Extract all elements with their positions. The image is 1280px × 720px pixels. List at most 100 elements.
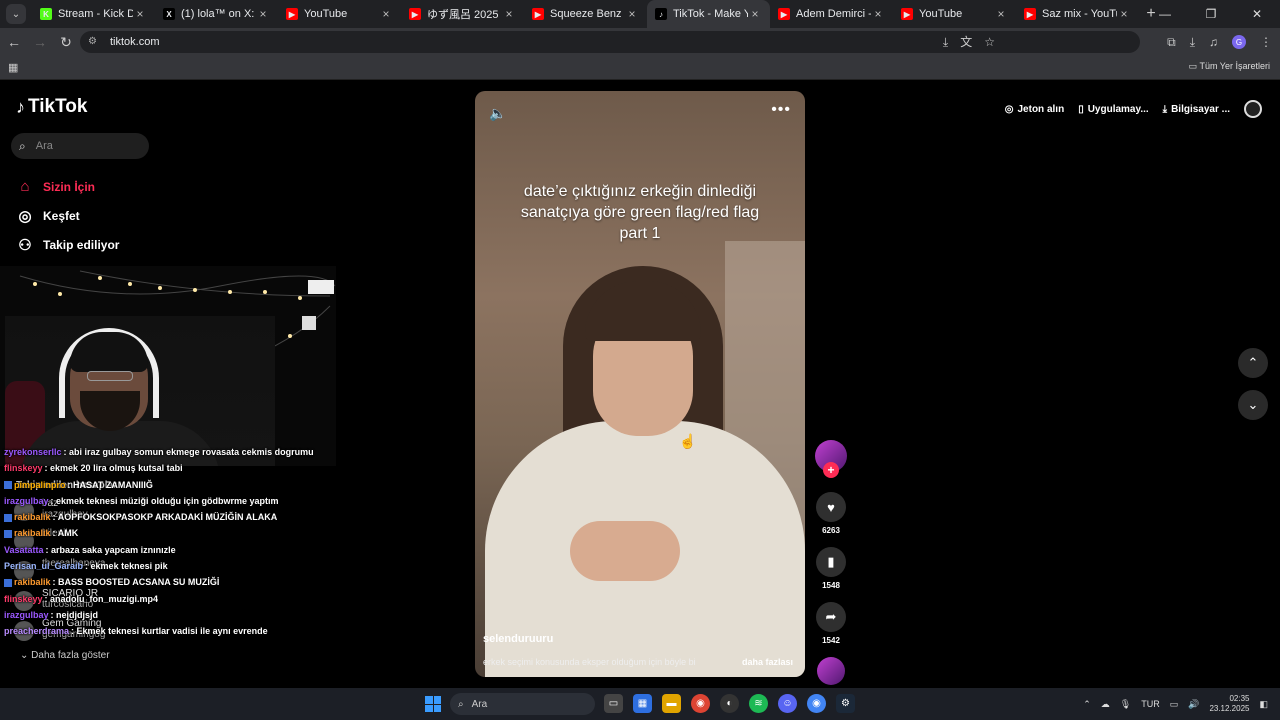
chat-username[interactable]: flinskeyy xyxy=(4,594,43,604)
save-button[interactable]: ▮ xyxy=(816,547,846,577)
music-disc-icon[interactable] xyxy=(817,657,845,685)
store-icon[interactable]: ▦ xyxy=(633,694,652,713)
chat-username[interactable]: rakibalik xyxy=(14,577,51,587)
chrome-alt-icon[interactable]: ◉ xyxy=(807,694,826,713)
close-window-button[interactable]: ✕ xyxy=(1234,0,1280,28)
tab-title: YouTube xyxy=(304,8,348,20)
browser-tab[interactable]: ▶ YouTube × xyxy=(893,0,1016,28)
sidebar-item-for-you[interactable]: ⌂ Sizin İçin xyxy=(16,172,119,201)
discord-icon[interactable]: ☺ xyxy=(778,694,797,713)
media-control-icon[interactable]: ♫ xyxy=(1209,35,1218,49)
video-overlay-text: date’e çıktığınız erkeğin dinlediği sana… xyxy=(520,183,760,242)
close-tab-icon[interactable]: × xyxy=(133,7,147,21)
more-options-icon[interactable]: ••• xyxy=(771,101,791,119)
browser-tab[interactable]: ▶ Squeeze Benz Best M× xyxy=(524,0,647,28)
chat-username[interactable]: Vasatatta xyxy=(4,545,44,555)
close-tab-icon[interactable]: × xyxy=(625,7,639,21)
bookmark-star-icon[interactable]: ☆ xyxy=(984,31,995,53)
tray-chevron-icon[interactable]: ⌃ xyxy=(1083,699,1091,710)
creator-avatar[interactable]: + xyxy=(815,440,847,478)
browser-tab[interactable]: X (1) lola™ on X: "11 dü× xyxy=(155,0,278,28)
video-username[interactable]: selenduruuru xyxy=(483,633,553,645)
site-info-icon[interactable]: ⚙ xyxy=(88,36,100,48)
cloud-icon[interactable]: ☁ xyxy=(1101,699,1110,710)
close-tab-icon[interactable]: × xyxy=(994,7,1008,21)
tiktok-logo[interactable]: ♪ TikTok xyxy=(16,96,87,118)
close-tab-icon[interactable]: × xyxy=(379,7,393,21)
stream-chat-overlay: zyrekonserllc: abi iraz gulbay somun ekm… xyxy=(4,447,314,643)
volume-icon[interactable]: 🔈 xyxy=(489,105,506,122)
video-person-hands xyxy=(570,521,680,581)
pc-app-button[interactable]: ⤓ Bilgisayar ... xyxy=(1163,104,1230,115)
get-app-button[interactable]: ▯ Uygulamay... xyxy=(1078,104,1148,115)
like-button[interactable]: ♥ xyxy=(816,492,846,522)
browser-tab[interactable]: ▶ Adem Demirci - Sabr× xyxy=(770,0,893,28)
search-input[interactable]: ⌕ Ara xyxy=(11,133,149,159)
reload-button[interactable]: ↻ xyxy=(54,34,78,51)
language-indicator[interactable]: TUR xyxy=(1141,699,1160,709)
chat-username[interactable]: Perisan_ul_Garaib xyxy=(4,561,83,571)
apps-grid-icon[interactable]: ▦ xyxy=(8,61,18,74)
close-tab-icon[interactable]: × xyxy=(748,7,762,21)
chat-message: Vasatatta: arbaza saka yapcam iznınızle xyxy=(4,545,304,561)
browser-tab[interactable]: ▶ ゆず風呂 2025 冬至 × xyxy=(401,0,524,28)
chat-username[interactable]: preacherdrama xyxy=(4,626,69,636)
back-button[interactable]: ← xyxy=(2,34,26,50)
close-tab-icon[interactable]: × xyxy=(256,7,270,21)
network-icon[interactable]: ▭ xyxy=(1170,699,1179,710)
video-player[interactable]: 🔈 ••• date’e çıktığınız erkeğin dinlediğ… xyxy=(475,91,805,677)
maximize-button[interactable]: ❐ xyxy=(1188,0,1234,28)
close-tab-icon[interactable]: × xyxy=(871,7,885,21)
translate-icon[interactable]: 文 xyxy=(960,31,972,53)
install-app-icon[interactable]: ⤓ xyxy=(943,31,948,53)
chat-username[interactable]: irazgulbay xyxy=(4,610,49,620)
tab-search-button[interactable]: ⌄ xyxy=(6,4,26,24)
tab-title: Adem Demirci - Sabr xyxy=(796,8,871,20)
browser-tab[interactable]: ▶ YouTube × xyxy=(278,0,401,28)
mic-icon[interactable]: 🎙 xyxy=(1120,699,1131,710)
profile-avatar-icon[interactable] xyxy=(1244,100,1262,118)
chat-text-body: ekmek 20 lira olmuş kutsal tabi xyxy=(50,463,183,474)
browser-tab[interactable]: ♪ TikTok - Make Your D× xyxy=(647,0,770,28)
bookmark-icon: ▮ xyxy=(827,554,835,569)
get-coins-button[interactable]: ◎ Jeton alın xyxy=(1005,104,1064,115)
follow-plus-icon[interactable]: + xyxy=(823,462,839,478)
downloads-icon[interactable]: ⤓ xyxy=(1190,35,1195,50)
sidebar-item-following[interactable]: ⚇ Takip ediliyor xyxy=(16,230,119,259)
volume-tray-icon[interactable]: 🔊 xyxy=(1188,699,1199,710)
browser-tab[interactable]: ▶ Saz mix - YouTube× xyxy=(1016,0,1139,28)
notification-icon[interactable]: ◧ xyxy=(1259,699,1268,710)
show-more-button[interactable]: ⌄ Daha fazla göster xyxy=(20,650,110,661)
chat-username[interactable]: zyrekonserllc xyxy=(4,447,62,457)
profile-avatar[interactable]: G xyxy=(1232,35,1246,49)
chrome-icon[interactable]: ◉ xyxy=(691,694,710,713)
browser-tab[interactable]: K Stream - Kick Dashbo× xyxy=(32,0,155,28)
minimize-button[interactable]: — xyxy=(1142,0,1188,28)
forward-button[interactable]: → xyxy=(28,34,52,50)
start-button[interactable] xyxy=(425,696,441,712)
task-view-icon[interactable]: ▭ xyxy=(604,694,623,713)
close-tab-icon[interactable]: × xyxy=(502,7,516,21)
extensions-icon[interactable]: ⧉ xyxy=(1167,35,1176,50)
chat-message: pimpalinpro: HASAT ZAMANIIIĞ xyxy=(4,480,304,496)
chat-username[interactable]: rakibalik xyxy=(14,528,51,538)
clock[interactable]: 02:35 23.12.2025 xyxy=(1209,694,1249,714)
chat-username[interactable]: pimpalinpro xyxy=(14,480,66,490)
url-input[interactable]: ⚙ tiktok.com ⤓ 文 ☆ xyxy=(80,31,1140,53)
previous-video-button[interactable]: ⌃ xyxy=(1238,348,1268,378)
chat-username[interactable]: flinskeyy xyxy=(4,463,43,473)
share-button[interactable]: ➦ xyxy=(816,602,846,632)
browser-menu-icon[interactable]: ⋮ xyxy=(1260,35,1272,49)
app-icon[interactable]: ◐ xyxy=(720,694,739,713)
taskbar-search[interactable]: ⌕ Ara xyxy=(450,693,595,715)
next-video-button[interactable]: ⌄ xyxy=(1238,390,1268,420)
spotify-icon[interactable]: ≋ xyxy=(749,694,768,713)
steam-icon[interactable]: ⚙ xyxy=(836,694,855,713)
file-explorer-icon[interactable]: ▬ xyxy=(662,694,681,713)
see-more-link[interactable]: daha fazlası xyxy=(742,657,793,667)
all-bookmarks-button[interactable]: ▭ Tüm Yer İşaretleri xyxy=(1189,61,1270,72)
sidebar-item-explore[interactable]: ◎ Keşfet xyxy=(16,201,119,230)
chat-username[interactable]: irazgulbay xyxy=(4,496,49,506)
close-tab-icon[interactable]: × xyxy=(1117,7,1131,21)
chat-username[interactable]: rakibalik xyxy=(14,512,51,522)
